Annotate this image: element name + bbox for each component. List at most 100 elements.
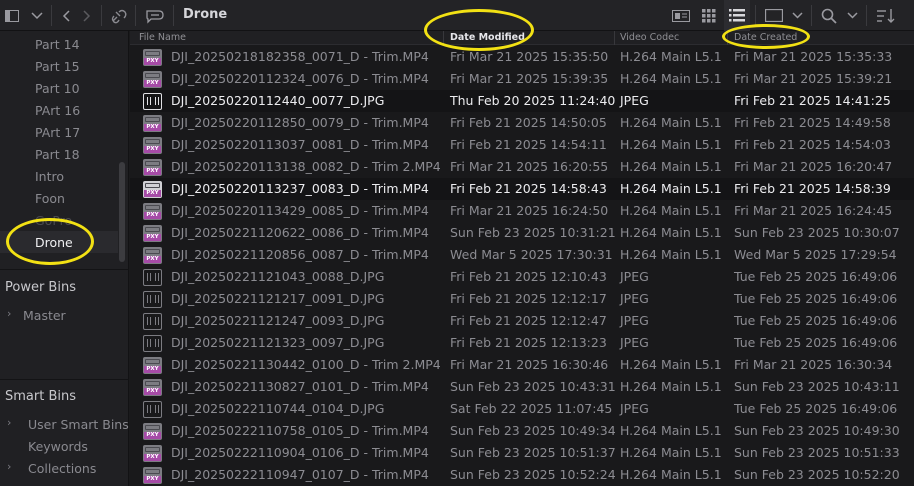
column-divider[interactable] bbox=[727, 31, 728, 45]
sort-icon[interactable] bbox=[874, 0, 898, 31]
chevron-right-icon[interactable]: › bbox=[7, 307, 11, 320]
bin-item[interactable]: Part 15 bbox=[35, 59, 80, 74]
table-row[interactable]: DJI_20250221121247_0093_D.JPG Fri Feb 21 … bbox=[130, 310, 914, 332]
chevron-down-icon[interactable] bbox=[788, 0, 806, 31]
cell-date-modified: Fri Feb 21 2025 12:13:23 bbox=[450, 335, 607, 350]
chevron-down-icon[interactable] bbox=[843, 0, 861, 31]
search-icon[interactable] bbox=[818, 0, 840, 31]
table-row[interactable]: PXY DJI_20250220112324_0076_D - Trim.MP4 F… bbox=[130, 68, 914, 90]
clip-list: File Name Date Modified Video Codec Date… bbox=[130, 31, 914, 486]
divider bbox=[0, 269, 129, 270]
table-row[interactable]: PXY DJI_20250218182358_0071_D - Trim.MP4 F… bbox=[130, 46, 914, 68]
cell-video-codec: JPEG bbox=[620, 269, 649, 284]
cell-video-codec: JPEG bbox=[620, 313, 649, 328]
bin-item[interactable]: Part 10 bbox=[35, 81, 80, 96]
thumbnail-view-icon[interactable] bbox=[698, 0, 720, 31]
power-bin-master[interactable]: Master bbox=[23, 308, 66, 323]
cell-date-modified: Fri Feb 21 2025 12:10:43 bbox=[450, 269, 607, 284]
column-header-file-name[interactable]: File Name bbox=[139, 31, 186, 45]
cell-video-codec: H.264 Main L5.1 bbox=[620, 71, 722, 86]
table-row[interactable]: PXY DJI_20250220113138_0082_D - Trim 2.MP… bbox=[130, 156, 914, 178]
forward-icon[interactable] bbox=[78, 0, 96, 31]
cell-date-modified: Fri Feb 21 2025 12:12:47 bbox=[450, 313, 607, 328]
column-divider[interactable] bbox=[614, 31, 615, 45]
sidebar-scrollbar[interactable] bbox=[119, 162, 125, 262]
table-row[interactable]: PXY DJI_20250222110947_0107_D - Trim.MP4 S… bbox=[130, 464, 914, 486]
table-row[interactable]: DJI_20250221121043_0088_D.JPG Fri Feb 21 … bbox=[130, 266, 914, 288]
cell-date-modified: Fri Mar 21 2025 16:30:46 bbox=[450, 357, 609, 372]
bin-item[interactable]: PArt 16 bbox=[35, 103, 80, 118]
bin-item[interactable]: Foon bbox=[35, 191, 65, 206]
back-icon[interactable] bbox=[57, 0, 75, 31]
cell-video-codec: H.264 Main L5.1 bbox=[620, 357, 722, 372]
table-row[interactable]: DJI_20250221121217_0091_D.JPG Fri Feb 21 … bbox=[130, 288, 914, 310]
chevron-down-icon[interactable] bbox=[28, 0, 46, 31]
table-row[interactable]: PXY DJI_20250221120622_0086_D - Trim.MP4 S… bbox=[130, 222, 914, 244]
filmstrip-view-icon[interactable] bbox=[762, 0, 786, 31]
video-clip-icon: PXY bbox=[143, 203, 162, 220]
cell-date-created: Fri Mar 21 2025 15:39:21 bbox=[734, 71, 893, 86]
table-row[interactable]: PXY DJI_20250221130442_0100_D - Trim 2.MP… bbox=[130, 354, 914, 376]
cell-date-modified: Sun Feb 23 2025 10:43:31 bbox=[450, 379, 616, 394]
metadata-view-icon[interactable] bbox=[670, 0, 692, 31]
cell-date-created: Tue Feb 25 2025 16:49:06 bbox=[734, 269, 898, 284]
column-divider[interactable] bbox=[443, 31, 444, 45]
still-image-icon bbox=[143, 291, 162, 308]
table-row[interactable]: PXY DJI_20250222110904_0106_D - Trim.MP4 S… bbox=[130, 442, 914, 464]
cell-file-name: DJI_20250220112440_0077_D.JPG bbox=[171, 93, 385, 108]
bin-item[interactable]: Part 14 bbox=[35, 37, 80, 52]
column-header-date-modified[interactable]: Date Modified bbox=[450, 31, 525, 45]
link-icon[interactable] bbox=[108, 0, 130, 31]
cell-date-created: Wed Mar 5 2025 17:29:54 bbox=[734, 247, 897, 262]
metadata-icon[interactable] bbox=[143, 0, 167, 31]
table-row[interactable]: PXY DJI_20250221130827_0101_D - Trim.MP4 S… bbox=[130, 376, 914, 398]
video-clip-icon: PXY bbox=[143, 379, 162, 396]
list-view-icon[interactable] bbox=[724, 0, 750, 31]
table-row[interactable]: PXY DJI_20250220112850_0079_D - Trim.MP4 F… bbox=[130, 112, 914, 134]
column-header-video-codec[interactable]: Video Codec bbox=[620, 31, 679, 45]
video-clip-icon: PXY bbox=[143, 423, 162, 440]
table-row[interactable]: PXY DJI_20250221120856_0087_D - Trim.MP4 W… bbox=[130, 244, 914, 266]
bin-item[interactable]: Part 18 bbox=[35, 147, 80, 162]
video-clip-icon: PXY bbox=[143, 181, 162, 198]
chevron-right-icon[interactable]: › bbox=[7, 460, 11, 473]
cell-file-name: DJI_20250221121247_0093_D.JPG bbox=[171, 313, 385, 328]
table-row[interactable]: PXY DJI_20250220113037_0081_D - Trim.MP4 F… bbox=[130, 134, 914, 156]
cell-date-modified: Fri Feb 21 2025 14:50:05 bbox=[450, 115, 607, 130]
table-row[interactable]: DJI_20250222110744_0104_D.JPG Sat Feb 22 … bbox=[130, 398, 914, 420]
table-row[interactable]: PXY DJI_20250220113237_0083_D - Trim.MP4 F… bbox=[130, 178, 914, 200]
chevron-right-icon[interactable]: › bbox=[7, 416, 11, 429]
table-row[interactable]: DJI_20250221121323_0097_D.JPG Fri Feb 21 … bbox=[130, 332, 914, 354]
cell-date-created: Tue Feb 25 2025 16:49:06 bbox=[734, 401, 898, 416]
bin-item[interactable]: Intro bbox=[35, 169, 64, 184]
smart-bin-collections[interactable]: Collections bbox=[28, 461, 96, 476]
cell-video-codec: H.264 Main L5.1 bbox=[620, 423, 722, 438]
table-row[interactable]: DJI_20250220112440_0077_D.JPG Thu Feb 20 … bbox=[130, 90, 914, 112]
bin-item-selected[interactable]: Drone bbox=[35, 235, 73, 250]
divider bbox=[811, 5, 812, 26]
column-header-date-created[interactable]: Date Created bbox=[734, 31, 797, 45]
cell-video-codec: H.264 Main L5.1 bbox=[620, 467, 722, 482]
sidebar-toggle-icon[interactable] bbox=[3, 0, 21, 31]
cell-date-modified: Fri Feb 21 2025 14:58:43 bbox=[450, 181, 607, 196]
smart-bin-keywords[interactable]: Keywords bbox=[28, 439, 88, 454]
bin-item[interactable]: PArt 17 bbox=[35, 125, 80, 140]
still-image-icon bbox=[143, 335, 162, 352]
cell-date-created: Fri Mar 21 2025 16:30:34 bbox=[734, 357, 893, 372]
cell-date-created: Tue Feb 25 2025 16:49:06 bbox=[734, 313, 898, 328]
table-row[interactable]: PXY DJI_20250222110758_0105_D - Trim.MP4 S… bbox=[130, 420, 914, 442]
still-image-icon bbox=[143, 401, 162, 418]
cell-video-codec: JPEG bbox=[620, 335, 649, 350]
cell-date-created: Sun Feb 23 2025 10:49:30 bbox=[734, 423, 900, 438]
cell-date-created: Sun Feb 23 2025 10:43:11 bbox=[734, 379, 900, 394]
video-clip-icon: PXY bbox=[143, 49, 162, 66]
cell-file-name: DJI_20250221121043_0088_D.JPG bbox=[171, 269, 385, 284]
table-row[interactable]: PXY DJI_20250220113429_0085_D - Trim.MP4 F… bbox=[130, 200, 914, 222]
still-image-icon bbox=[143, 269, 162, 286]
bin-item[interactable]: GoPro bbox=[35, 213, 72, 228]
cell-file-name: DJI_20250221130442_0100_D - Trim 2.MP4 bbox=[171, 357, 441, 372]
cell-file-name: DJI_20250222110904_0106_D - Trim.MP4 bbox=[171, 445, 429, 460]
divider bbox=[101, 5, 102, 26]
smart-bin-user[interactable]: User Smart Bins bbox=[28, 417, 129, 432]
cell-date-created: Sun Feb 23 2025 10:51:33 bbox=[734, 445, 900, 460]
